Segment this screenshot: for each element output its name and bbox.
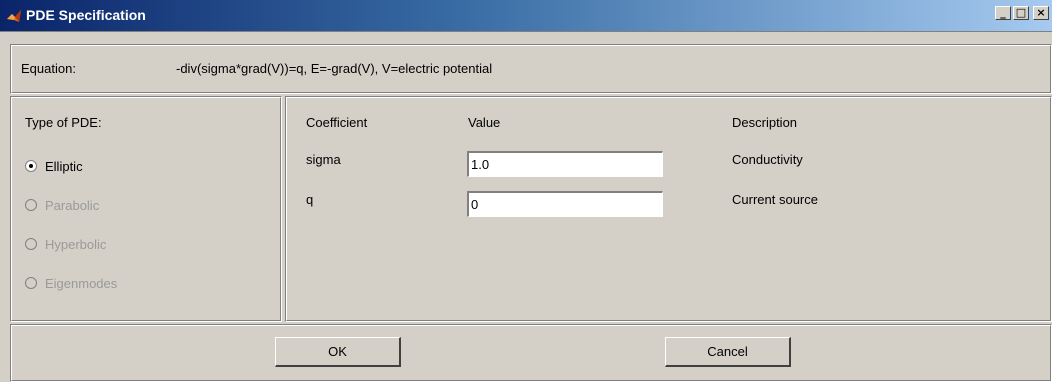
- coefficient-description: Conductivity: [732, 152, 803, 167]
- equation-label: Equation:: [21, 61, 76, 76]
- maximize-button[interactable]: □: [1013, 6, 1029, 20]
- title-bar[interactable]: PDE Specification _ □ ×: [0, 0, 1052, 32]
- equation-text: -div(sigma*grad(V))=q, E=-grad(V), V=ele…: [176, 61, 493, 76]
- coefficient-header: Coefficient: [306, 115, 368, 130]
- window-title: PDE Specification: [26, 7, 146, 23]
- description-header: Description: [732, 115, 798, 130]
- radio-label: Hyperbolic: [45, 237, 107, 252]
- coefficient-description: Current source: [732, 192, 818, 207]
- close-button[interactable]: ×: [1033, 6, 1049, 20]
- sigma-value-field[interactable]: 1.0: [467, 151, 663, 177]
- q-value-field[interactable]: 0: [467, 191, 663, 217]
- pde-type-panel: Type of PDE: Elliptic Parabolic Hyperbol…: [10, 96, 282, 322]
- radio-button-icon[interactable]: [25, 277, 37, 289]
- pde-specification-window: PDE Specification _ □ × Equation: -div(s…: [0, 0, 1052, 382]
- pde-type-heading: Type of PDE:: [25, 115, 102, 130]
- minimize-button[interactable]: _: [995, 6, 1011, 20]
- button-panel: [10, 324, 1052, 382]
- ok-button[interactable]: OK: [275, 337, 401, 367]
- coefficient-name: sigma: [306, 152, 341, 167]
- radio-label: Eigenmodes: [45, 276, 118, 291]
- radio-label: Parabolic: [45, 198, 100, 213]
- matlab-logo-icon: [7, 10, 21, 22]
- coefficient-name: q: [306, 192, 314, 207]
- value-header: Value: [468, 115, 501, 130]
- coefficients-panel: Coefficient Value Description sigma 1.0 …: [285, 96, 1052, 322]
- equation-panel: Equation: -div(sigma*grad(V))=q, E=-grad…: [10, 44, 1052, 94]
- radio-button-icon[interactable]: [25, 238, 37, 250]
- radio-button-icon[interactable]: [25, 199, 37, 211]
- radio-button-icon[interactable]: [25, 160, 37, 172]
- radio-label: Elliptic: [45, 159, 83, 174]
- cancel-button[interactable]: Cancel: [665, 337, 791, 367]
